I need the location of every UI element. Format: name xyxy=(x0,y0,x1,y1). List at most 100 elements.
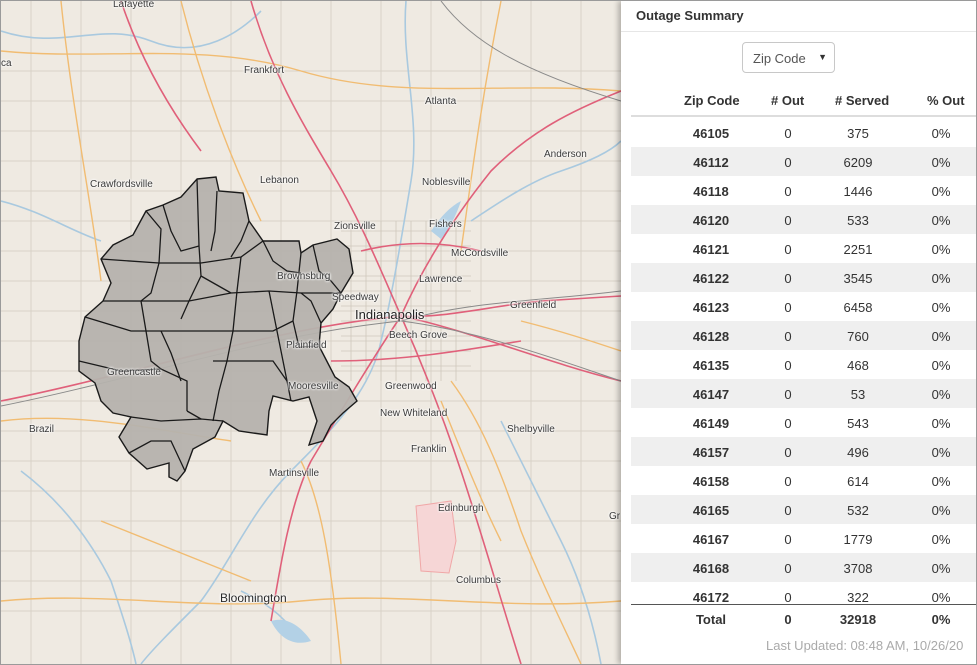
zip-cell: 46172 xyxy=(692,590,730,604)
served-cell: 1779 xyxy=(843,532,873,547)
app-frame: Lafayette Frankfort Atlanta Anderson Cra… xyxy=(0,0,977,665)
map-label: Greenfield xyxy=(510,300,557,311)
table-body[interactable]: 46105 0 375 0% 46112 0 6209 0% 46118 0 1446 0% 46120… xyxy=(631,118,976,604)
out-cell: 0 xyxy=(784,271,792,286)
map-label: Speedway xyxy=(332,292,379,303)
map-label: Lebanon xyxy=(260,175,299,186)
map-label: ca xyxy=(1,58,12,69)
zip-cell: 46165 xyxy=(692,503,730,518)
map-label: Brownsburg xyxy=(277,271,331,282)
map-label: Greenwood xyxy=(385,381,437,392)
column-header-served[interactable]: # Served xyxy=(835,93,889,108)
served-cell: 614 xyxy=(847,474,869,489)
map-label: Plainfield xyxy=(286,340,327,351)
pct-cell: 0% xyxy=(931,329,951,344)
zip-cell: 46121 xyxy=(692,242,730,257)
map-label: Gr xyxy=(609,511,621,522)
outage-summary-panel: Outage Summary Zip Code ▼ Zip Code # Out… xyxy=(621,1,976,664)
map-label: Lawrence xyxy=(419,274,463,285)
map-label: Atlanta xyxy=(425,96,457,107)
pct-cell: 0% xyxy=(931,126,951,141)
map-label: Edinburgh xyxy=(438,503,484,514)
zip-cell: 46128 xyxy=(692,329,730,344)
table-row[interactable]: 46157 0 496 0% xyxy=(631,437,976,466)
out-cell: 0 xyxy=(784,416,792,431)
map-label: Zionsville xyxy=(334,221,376,232)
served-cell: 3708 xyxy=(843,561,873,576)
zip-cell: 46105 xyxy=(692,126,730,141)
table-row[interactable]: 46158 0 614 0% xyxy=(631,466,976,495)
map-label: Anderson xyxy=(544,149,587,160)
served-cell: 760 xyxy=(847,329,869,344)
zip-cell: 46149 xyxy=(692,416,730,431)
pct-cell: 0% xyxy=(931,532,951,547)
table-row[interactable]: 46121 0 2251 0% xyxy=(631,234,976,263)
zip-cell: 46120 xyxy=(692,213,730,228)
out-cell: 0 xyxy=(784,126,792,141)
zip-cell: 46122 xyxy=(692,271,730,286)
zip-cell: 46123 xyxy=(692,300,730,315)
served-cell: 1446 xyxy=(843,184,873,199)
table-row[interactable]: 46172 0 322 0% xyxy=(631,582,976,604)
out-cell: 0 xyxy=(784,329,792,344)
map-label: Martinsville xyxy=(269,468,320,479)
pct-cell: 0% xyxy=(931,155,951,170)
table-header: Zip Code # Out # Served % Out xyxy=(631,89,976,117)
map-label: Bloomington xyxy=(220,591,287,605)
column-header-pct[interactable]: % Out xyxy=(927,93,965,108)
table-row[interactable]: 46120 0 533 0% xyxy=(631,205,976,234)
map-label: Columbus xyxy=(456,575,502,586)
map-label: Shelbyville xyxy=(507,424,555,435)
table-row[interactable]: 46135 0 468 0% xyxy=(631,350,976,379)
select-value: Zip Code xyxy=(753,51,806,66)
column-header-out[interactable]: # Out xyxy=(771,93,804,108)
served-cell: 322 xyxy=(847,590,869,604)
last-updated: Last Updated: 08:48 AM, 10/26/20 xyxy=(766,638,964,653)
zip-cell: 46157 xyxy=(692,445,730,460)
zip-cell: 46167 xyxy=(692,532,730,547)
map-base xyxy=(1,1,621,664)
out-cell: 0 xyxy=(784,503,792,518)
served-cell: 6209 xyxy=(843,155,873,170)
served-cell: 533 xyxy=(847,213,869,228)
table-row[interactable]: 46118 0 1446 0% xyxy=(631,176,976,205)
out-cell: 0 xyxy=(784,184,792,199)
out-cell: 0 xyxy=(784,532,792,547)
out-cell: 0 xyxy=(784,155,792,170)
table-row[interactable]: 46147 0 53 0% xyxy=(631,379,976,408)
table-row[interactable]: 46123 0 6458 0% xyxy=(631,292,976,321)
table-row[interactable]: 46149 0 543 0% xyxy=(631,408,976,437)
map-label: Mooresville xyxy=(288,381,339,392)
map-label: Fishers xyxy=(429,219,462,230)
out-cell: 0 xyxy=(784,242,792,257)
out-cell: 0 xyxy=(784,358,792,373)
group-by-select[interactable]: Zip Code ▼ xyxy=(742,42,835,73)
table-row[interactable]: 46168 0 3708 0% xyxy=(631,553,976,582)
pct-cell: 0% xyxy=(931,242,951,257)
column-header-zip[interactable]: Zip Code xyxy=(684,93,740,108)
out-cell: 0 xyxy=(784,213,792,228)
out-cell: 0 xyxy=(784,387,792,402)
table-row[interactable]: 46165 0 532 0% xyxy=(631,495,976,524)
outage-map[interactable]: Lafayette Frankfort Atlanta Anderson Cra… xyxy=(1,1,621,664)
zip-cell: 46112 xyxy=(693,155,729,170)
zip-cell: 46118 xyxy=(693,184,729,199)
map-label: Frankfort xyxy=(244,65,285,76)
zip-cell: 46168 xyxy=(692,561,730,576)
pct-cell: 0% xyxy=(931,300,951,315)
table-row[interactable]: 46167 0 1779 0% xyxy=(631,524,976,553)
served-cell: 6458 xyxy=(843,300,873,315)
table-total-row: Total 0 32918 0% xyxy=(631,604,976,635)
table-row[interactable]: 46105 0 375 0% xyxy=(631,118,976,147)
map-label: McCordsville xyxy=(451,248,509,259)
map-label: Crawfordsville xyxy=(90,179,153,190)
pct-cell: 0% xyxy=(931,445,951,460)
map-label: Beech Grove xyxy=(389,330,448,341)
pct-cell: 0% xyxy=(931,590,951,604)
pct-cell: 0% xyxy=(931,474,951,489)
table-row[interactable]: 46128 0 760 0% xyxy=(631,321,976,350)
table-row[interactable]: 46122 0 3545 0% xyxy=(631,263,976,292)
table-row[interactable]: 46112 0 6209 0% xyxy=(631,147,976,176)
pct-cell: 0% xyxy=(931,271,951,286)
total-label: Total xyxy=(695,612,727,627)
